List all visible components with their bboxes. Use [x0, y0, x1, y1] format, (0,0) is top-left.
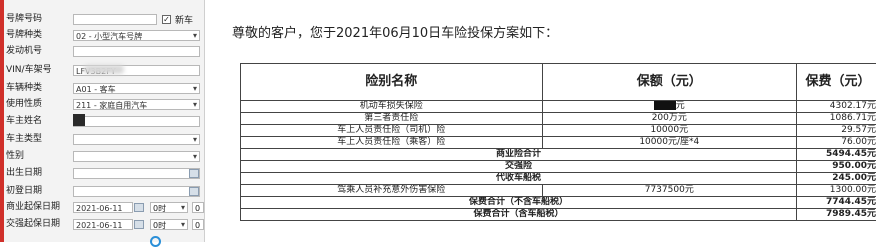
table-header-row: 险别名称 保额（元） 保费（元） — [241, 64, 876, 101]
first-reg-date-label: 初登日期 — [6, 185, 72, 198]
owner-name-redaction — [73, 114, 85, 126]
calendar-icon[interactable] — [134, 220, 144, 229]
total-inc-tax-value: 7989.45元 — [797, 209, 876, 221]
vehicle-form-panel: 号牌号码 ✓ 新车 号牌种类 02 - 小型汽车号牌 发动机号 VIN/车架号 … — [0, 0, 205, 242]
panel-accent-bar — [0, 0, 4, 242]
vessel-tax-label: 代收车船税 — [241, 173, 797, 185]
coverage-name: 机动车损失保险 — [241, 101, 543, 113]
calendar-icon[interactable] — [189, 187, 199, 196]
calendar-icon[interactable] — [134, 203, 144, 212]
total-ex-tax-value: 7744.45元 — [797, 197, 876, 209]
total-ex-tax-row: 保费合计（不含车船税） 7744.45元 — [241, 197, 876, 209]
premium-amount: 4302.17元 — [797, 101, 876, 113]
commercial-start-date[interactable]: 2021-06-11 — [73, 202, 133, 213]
compulsory-label: 交强险 — [241, 161, 797, 173]
coverage-name: 车上人员责任险（司机）险 — [241, 125, 543, 137]
coverage-amount: 元 — [676, 101, 685, 111]
total-inc-tax-label: 保费合计（含车船税） — [241, 209, 797, 221]
gender-label: 性别 — [6, 150, 72, 163]
coverage-amount: 10000元 — [542, 125, 797, 137]
header-coverage-amount: 保额（元） — [542, 64, 797, 101]
first-reg-date-input[interactable] — [73, 186, 200, 197]
commercial-total-row: 商业险合计 5494.45元 — [241, 149, 876, 161]
owner-name-label: 车主姓名 — [6, 115, 72, 128]
greeting-text: 尊敬的客户，您于2021年06月10日车险投保方案如下： — [232, 22, 558, 41]
vin-redaction — [84, 65, 124, 74]
coverage-name: 车上人员责任险（乘客）险 — [241, 137, 543, 149]
birth-date-label: 出生日期 — [6, 167, 72, 180]
table-row: 车上人员责任险（乘客）险 10000元/座*4 76.00元 — [241, 137, 876, 149]
coverage-redaction — [654, 101, 676, 110]
vessel-tax-value: 245.00元 — [797, 173, 876, 185]
premium-amount: 1300.00元 — [797, 185, 876, 197]
compulsory-row: 交强险 950.00元 — [241, 161, 876, 173]
vehicle-type-label: 车辆种类 — [6, 82, 72, 95]
coverage-amount: 10000元/座*4 — [542, 137, 797, 149]
compulsory-value: 950.00元 — [797, 161, 876, 173]
compulsory-start-date[interactable]: 2021-06-11 — [73, 219, 133, 230]
total-inc-tax-row: 保费合计（含车船税） 7989.45元 — [241, 209, 876, 221]
table-row: 第三者责任险 200万元 1086.71元 — [241, 113, 876, 125]
total-ex-tax-label: 保费合计（不含车船税） — [241, 197, 797, 209]
use-nature-label: 使用性质 — [6, 98, 72, 111]
gender-select[interactable] — [73, 151, 200, 162]
table-row: 机动车损失保险 元 4302.17元 — [241, 101, 876, 113]
owner-type-label: 车主类型 — [6, 133, 72, 146]
commercial-start-label: 商业起保日期 — [6, 201, 72, 214]
commercial-start-hour[interactable]: 0时 — [150, 202, 188, 213]
birth-date-input[interactable] — [73, 168, 200, 179]
commercial-total-label: 商业险合计 — [241, 149, 797, 161]
insurance-plan-table: 险别名称 保额（元） 保费（元） 机动车损失保险 元 4302.17元 第三者责… — [240, 63, 876, 221]
engine-number-label: 发动机号 — [6, 45, 72, 58]
compulsory-start-hour[interactable]: 0时 — [150, 219, 188, 230]
coverage-amount: 200万元 — [542, 113, 797, 125]
calendar-icon[interactable] — [189, 169, 199, 178]
header-coverage-name: 险别名称 — [241, 64, 543, 101]
compulsory-start-minute[interactable]: 0 — [192, 219, 204, 230]
coverage-name: 第三者责任险 — [241, 113, 543, 125]
premium-amount: 76.00元 — [797, 137, 876, 149]
new-car-label: 新车 — [175, 13, 193, 26]
table-row: 驾乘人员补充意外伤害保险 7737500元 1300.00元 — [241, 185, 876, 197]
plate-number-input[interactable] — [73, 14, 157, 25]
commercial-start-minute[interactable]: 0 — [192, 202, 204, 213]
plate-number-label: 号牌号码 — [6, 13, 72, 26]
table-row: 车上人员责任险（司机）险 10000元 29.57元 — [241, 125, 876, 137]
plate-type-label: 号牌种类 — [6, 29, 72, 42]
coverage-amount: 7737500元 — [542, 185, 797, 197]
compulsory-start-label: 交强起保日期 — [6, 218, 72, 231]
premium-amount: 29.57元 — [797, 125, 876, 137]
engine-number-input[interactable] — [73, 46, 200, 57]
commercial-total-value: 5494.45元 — [797, 149, 876, 161]
vessel-tax-row: 代收车船税 245.00元 — [241, 173, 876, 185]
vin-label: VIN/车架号 — [6, 64, 72, 77]
owner-type-select[interactable] — [73, 134, 200, 145]
new-car-checkbox[interactable]: ✓ — [162, 15, 171, 24]
owner-name-input[interactable] — [73, 116, 200, 127]
use-nature-select[interactable]: 211 - 家庭自用汽车 — [73, 99, 200, 110]
plate-type-select[interactable]: 02 - 小型汽车号牌 — [73, 30, 200, 41]
vehicle-type-select[interactable]: A01 - 客车 — [73, 83, 200, 94]
premium-amount: 1086.71元 — [797, 113, 876, 125]
header-premium: 保费（元） — [797, 64, 876, 101]
coverage-name: 驾乘人员补充意外伤害保险 — [241, 185, 543, 197]
